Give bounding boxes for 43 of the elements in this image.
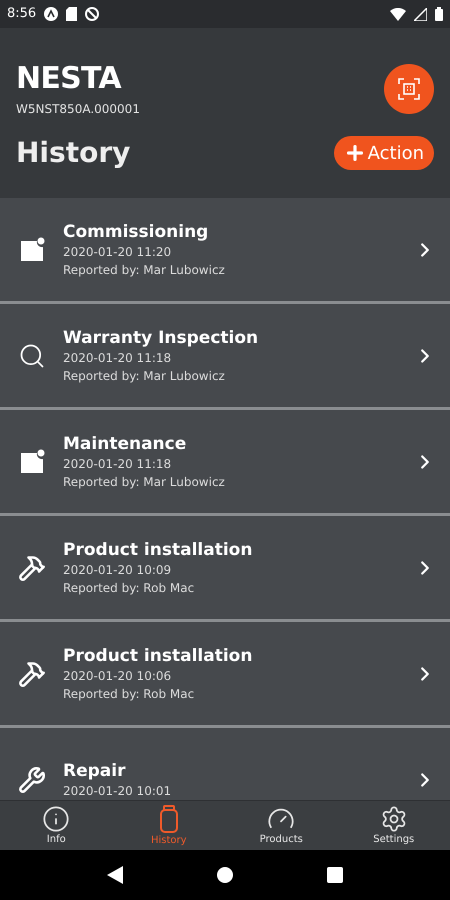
action-button[interactable]: Action (334, 136, 434, 170)
search-icon (18, 342, 46, 370)
item-reporter: Reported by: Mar Lubowicz (63, 368, 226, 384)
item-date: 2020-01-20 10:01 (63, 782, 172, 800)
nav-tab[interactable]: Settings (338, 801, 450, 850)
item-date: 2020-01-20 10:06 (63, 668, 172, 684)
nav-tab[interactable]: Info (0, 801, 112, 850)
qr-scan-button[interactable] (384, 64, 434, 114)
item-reporter: Reported by: Rob Mac (63, 686, 196, 702)
battery-icon (435, 7, 443, 21)
home-icon[interactable] (217, 867, 233, 883)
signal-icon (414, 8, 427, 20)
page-title: History (16, 135, 130, 171)
brand-logo: NESTA (16, 62, 122, 96)
info-icon (42, 805, 70, 833)
item-title: Repair (63, 760, 126, 782)
hammer-icon (18, 554, 46, 582)
nav-tab[interactable]: Products (225, 801, 338, 850)
item-reporter: Reported by: Rob Mac (63, 580, 196, 596)
hammer-icon (18, 660, 46, 688)
item-title: Product installation (63, 644, 254, 666)
item-title: Maintenance (63, 432, 188, 454)
blocked-icon (85, 7, 100, 21)
item-date: 2020-01-20 11:20 (63, 244, 172, 260)
back-icon[interactable] (107, 866, 123, 884)
serial-number: W5NST850A.000001 (16, 101, 140, 118)
item-title: Warranty Inspection (63, 326, 260, 348)
notification-icon (44, 7, 58, 21)
item-date: 2020-01-20 11:18 (63, 456, 172, 472)
qr-code-icon (397, 77, 421, 101)
status-time: 8:56 (7, 5, 36, 24)
item-date: 2020-01-20 11:18 (63, 350, 172, 366)
note-icon (18, 448, 46, 476)
item-title: Commissioning (63, 220, 210, 242)
item-reporter: Reported by: Mar Lubowicz (63, 474, 226, 490)
item-date: 2020-01-20 10:09 (63, 562, 172, 578)
sd-card-icon (66, 7, 78, 21)
wrench-icon (18, 766, 46, 794)
wifi-icon (390, 8, 406, 20)
note-icon (18, 236, 46, 264)
item-title: Product installation (63, 538, 254, 560)
item-reporter: Reported by: Mar Lubowicz (63, 262, 226, 278)
settings-icon (380, 805, 408, 833)
